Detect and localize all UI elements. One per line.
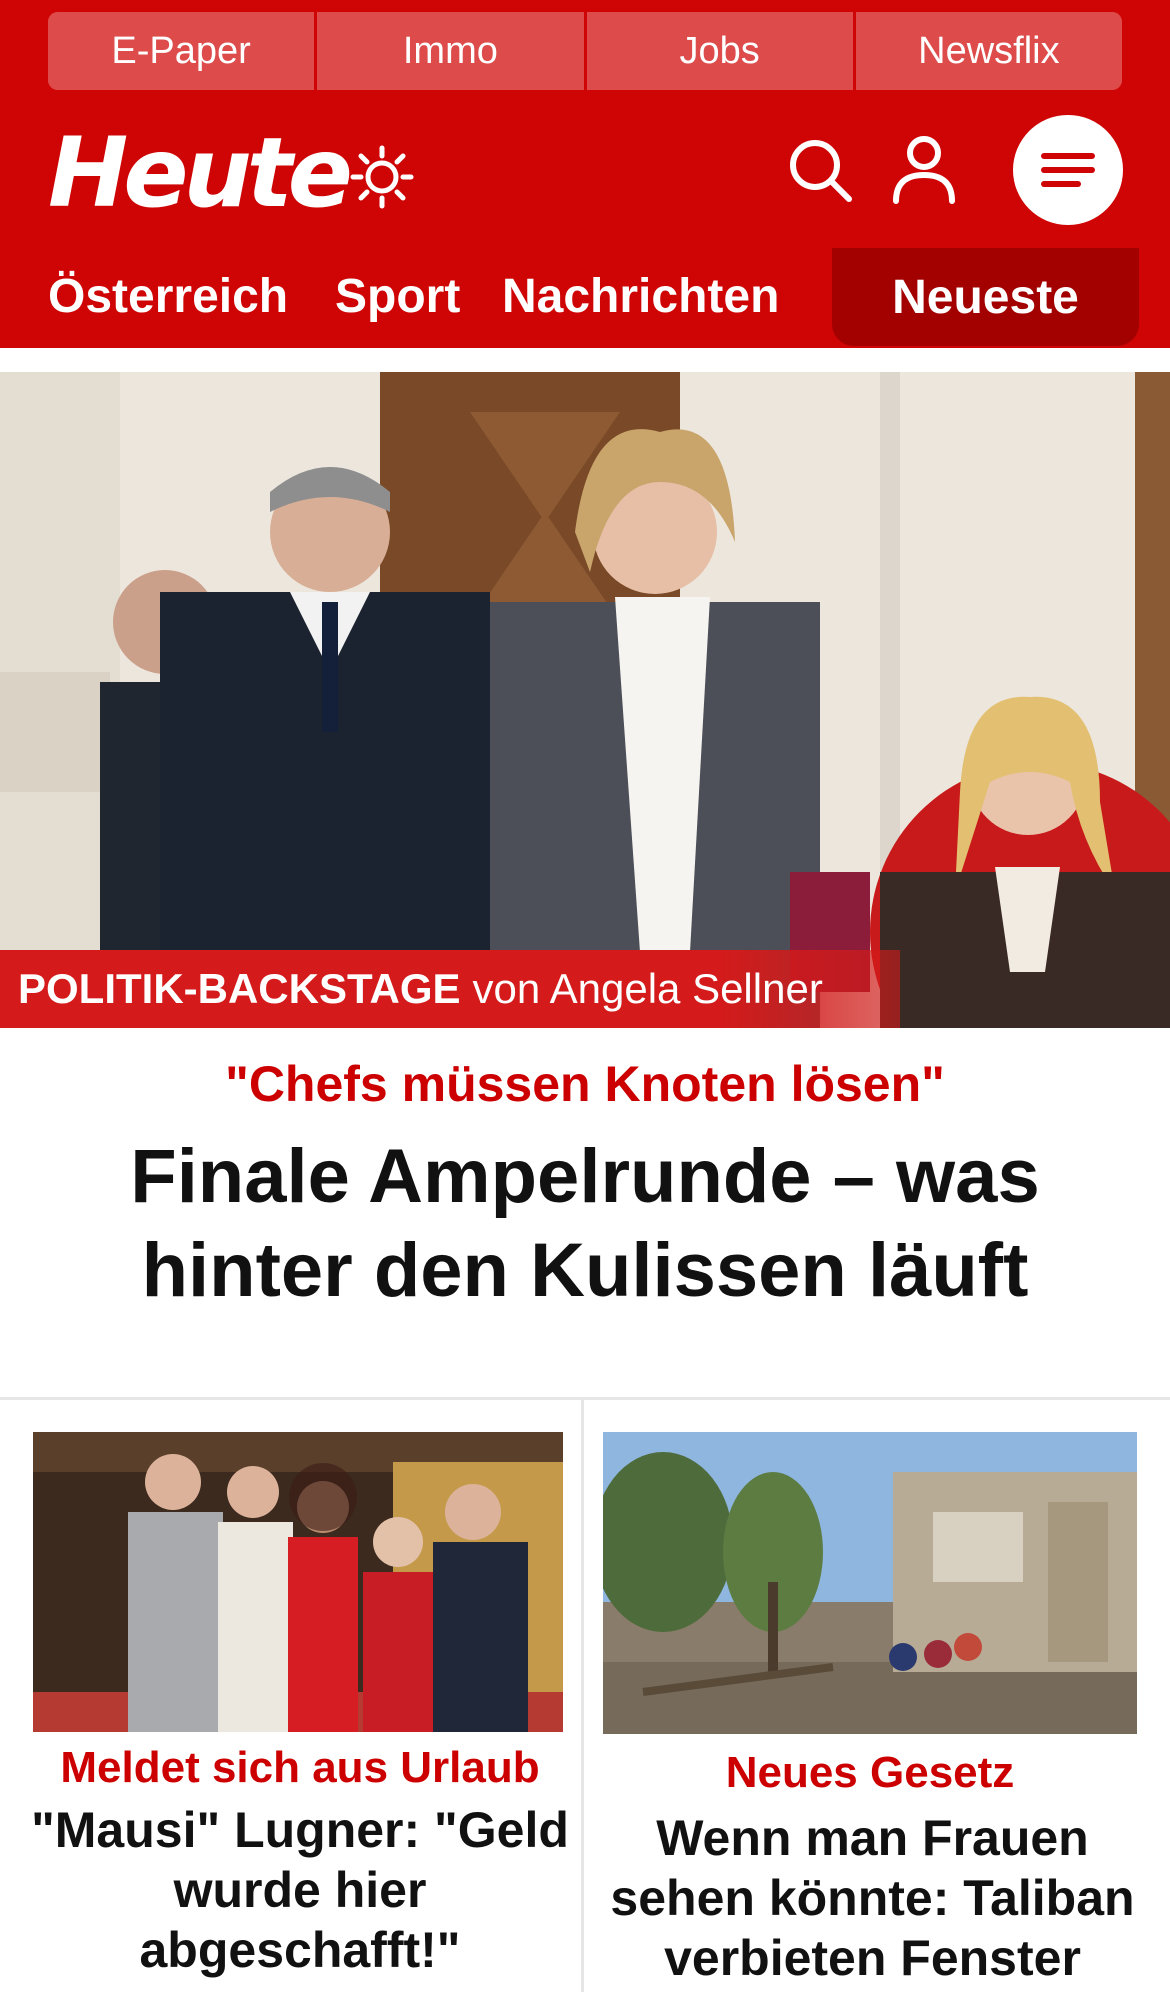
- external-links-bar: E-Paper Immo Jobs Newsflix: [48, 12, 1122, 90]
- teaser-kicker-taliban[interactable]: Neues Gesetz: [590, 1745, 1150, 1801]
- link-jobs[interactable]: Jobs: [586, 12, 856, 90]
- menu-icon: [1041, 153, 1095, 187]
- section-divider: [0, 1397, 1170, 1400]
- column-label-strong: POLITIK-BACKSTAGE: [18, 965, 461, 1012]
- teaser-headline-taliban[interactable]: Wenn man Frauen sehen könnte: Taliban ve…: [600, 1808, 1145, 1988]
- nav-sport[interactable]: Sport: [335, 262, 460, 332]
- brand-row: Heute: [0, 105, 1170, 240]
- column-label-author: von Angela Sellner: [472, 965, 823, 1012]
- search-icon[interactable]: [785, 135, 855, 205]
- main-nav: Österreich Sport Nachrichten Neueste: [0, 248, 1170, 348]
- user-icon[interactable]: [890, 133, 958, 205]
- link-newsflix[interactable]: Newsflix: [855, 12, 1122, 90]
- teaser-image-taliban[interactable]: [603, 1432, 1137, 1734]
- link-immo[interactable]: Immo: [317, 12, 587, 90]
- sun-icon[interactable]: [350, 145, 414, 209]
- site-logo[interactable]: Heute: [48, 123, 353, 223]
- menu-button[interactable]: [1013, 115, 1123, 225]
- teaser-kicker-lugner[interactable]: Meldet sich aus Urlaub: [20, 1740, 580, 1796]
- teaser-headline-lugner[interactable]: "Mausi" Lugner: "Geld wurde hier abgesch…: [20, 1800, 580, 1980]
- link-epaper[interactable]: E-Paper: [48, 12, 318, 90]
- column-label-bar: POLITIK-BACKSTAGE von Angela Sellner: [0, 950, 900, 1028]
- teaser-image-lugner[interactable]: [33, 1432, 563, 1732]
- hero-headline[interactable]: Finale Ampelrunde – was hinter den Kulis…: [30, 1130, 1140, 1318]
- hero-kicker[interactable]: "Chefs müssen Knoten lösen": [0, 1052, 1170, 1116]
- teaser-photo-ruins: [603, 1432, 1137, 1734]
- hero-image[interactable]: POLITIK-BACKSTAGE von Angela Sellner: [0, 372, 1170, 1028]
- hero-photo: [0, 372, 1170, 1028]
- site-header: E-Paper Immo Jobs Newsflix Heute Österre…: [0, 0, 1170, 348]
- nav-oesterreich[interactable]: Österreich: [48, 262, 288, 332]
- nav-neueste-active[interactable]: Neueste: [832, 248, 1139, 346]
- nav-nachrichten[interactable]: Nachrichten: [502, 262, 779, 332]
- column-divider: [581, 1400, 584, 1992]
- teaser-photo-group: [33, 1432, 563, 1732]
